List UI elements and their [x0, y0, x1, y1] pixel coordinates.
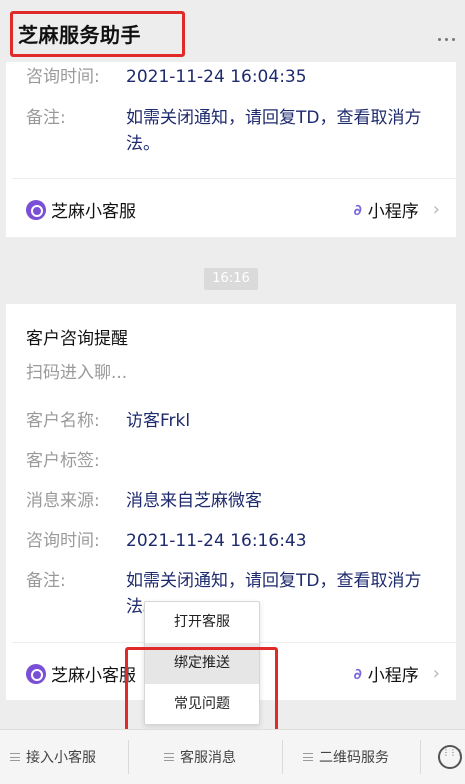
- card-title: 客户咨询提醒: [26, 329, 128, 349]
- row-key: 客户名称:: [26, 411, 100, 431]
- row-value: 2021-11-24 16:04:35: [126, 67, 307, 87]
- chat-header: 芝麻服务助手: [0, 0, 465, 62]
- brand-label: 芝麻小客服: [51, 202, 136, 222]
- mini-program-label: 小程序: [367, 202, 419, 222]
- mini-program-icon: ∂: [353, 200, 362, 219]
- tab-label: 客服消息: [180, 750, 236, 766]
- menu-icon: [164, 753, 174, 761]
- card2-row-name: 客户名称: 访客Frkl: [26, 408, 436, 434]
- tab-separator: [282, 740, 283, 774]
- row-key: 备注:: [26, 571, 66, 591]
- more-options-icon[interactable]: [438, 38, 455, 41]
- mini-program-icon: ∂: [353, 664, 362, 683]
- row-key: 咨询时间:: [26, 67, 100, 87]
- menu-icon: [10, 753, 20, 761]
- message-card-1: 咨询时间: 2021-11-24 16:04:35 备注: 如需关闭通知，请回复…: [6, 62, 456, 237]
- tab-separator: [128, 740, 129, 774]
- row-key: 咨询时间:: [26, 531, 100, 551]
- card2-row-time: 咨询时间: 2021-11-24 16:16:43: [26, 528, 436, 554]
- zhima-logo-icon: [26, 663, 46, 684]
- keyboard-icon[interactable]: [438, 745, 463, 769]
- card-subtitle: 扫码进入聊...: [26, 363, 128, 383]
- mini-program-link[interactable]: ∂ 小程序 ›: [354, 197, 440, 222]
- zhima-logo-icon: [26, 199, 46, 220]
- row-key: 备注:: [26, 108, 66, 128]
- tab-label: 二维码服务: [319, 750, 389, 766]
- mini-program-link[interactable]: ∂ 小程序 ›: [354, 661, 440, 686]
- brand: 芝麻小客服: [26, 197, 136, 222]
- chevron-right-icon: ›: [432, 663, 440, 684]
- brand: 芝麻小客服: [26, 661, 136, 686]
- brand-label: 芝麻小客服: [51, 666, 136, 686]
- card1-footer[interactable]: 芝麻小客服 ∂ 小程序 ›: [6, 179, 456, 237]
- title-highlight-box: [10, 11, 185, 57]
- row-key: 客户标签:: [26, 451, 100, 471]
- row-value: 访客Frkl: [126, 411, 191, 431]
- card1-row-note: 备注: 如需关闭通知，请回复TD，查看取消方法。: [26, 105, 436, 157]
- row-value: 消息来自芝麻微客: [126, 491, 262, 511]
- row-key: 消息来源:: [26, 491, 100, 511]
- tab-connect-service[interactable]: 接入小客服: [10, 747, 96, 767]
- card1-row-time: 咨询时间: 2021-11-24 16:04:35: [26, 64, 436, 90]
- card2-row-source: 消息来源: 消息来自芝麻微客: [26, 488, 436, 514]
- chevron-right-icon: ›: [432, 199, 440, 220]
- tab-separator: [420, 740, 421, 774]
- menu-icon: [303, 753, 313, 761]
- tab-label: 接入小客服: [26, 750, 96, 766]
- row-value: 如需关闭通知，请回复TD，查看取消方法。: [126, 108, 422, 154]
- message-timestamp: 16:16: [204, 268, 258, 290]
- tab-qrcode-service[interactable]: 二维码服务: [303, 747, 389, 767]
- mini-program-label: 小程序: [367, 666, 419, 686]
- row-value: 2021-11-24 16:16:43: [126, 531, 307, 551]
- bottom-menu-bar: 接入小客服 客服消息 二维码服务: [0, 729, 465, 784]
- tab-service-message[interactable]: 客服消息: [164, 747, 236, 767]
- menu-item-open-service[interactable]: 打开客服: [145, 602, 259, 643]
- card2-row-tags: 客户标签:: [26, 448, 436, 474]
